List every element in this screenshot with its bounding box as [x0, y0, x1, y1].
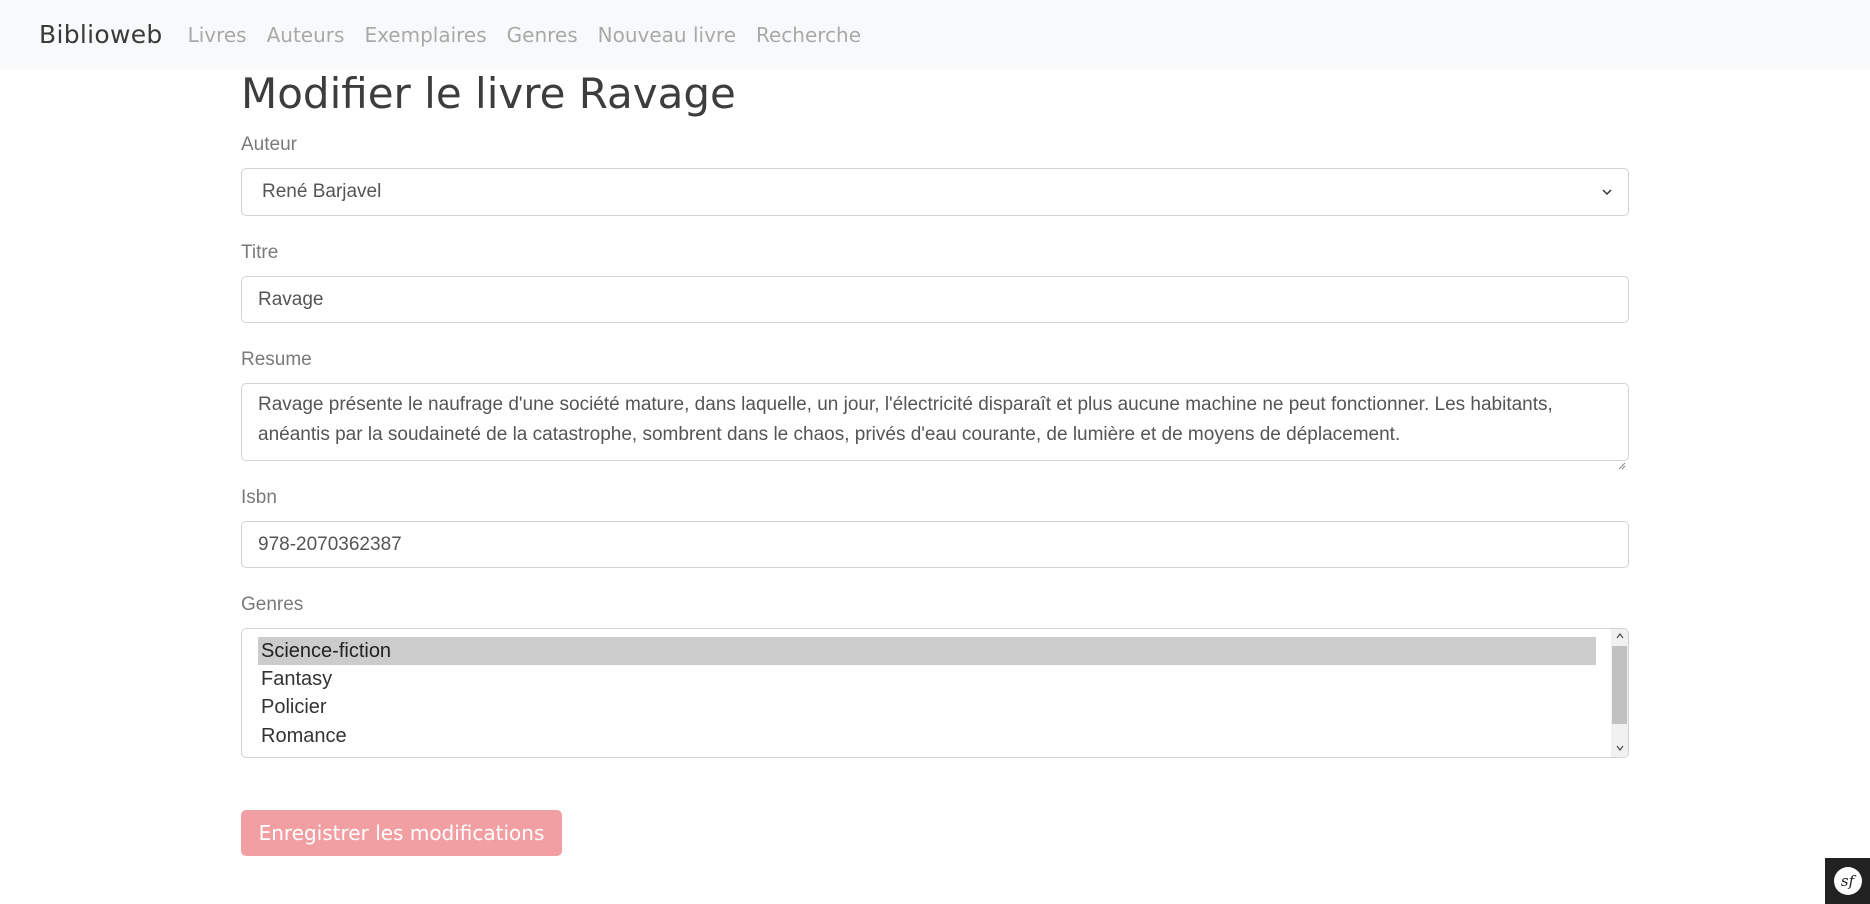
genre-option-fantasy[interactable]: Fantasy: [258, 665, 1596, 693]
resume-value: Ravage présente le naufrage d'une sociét…: [258, 394, 1553, 445]
titre-value: Ravage: [258, 288, 324, 310]
nav-link-genres[interactable]: Genres: [497, 23, 588, 47]
auteur-select[interactable]: René Barjavel: [241, 168, 1629, 216]
resume-label: Resume: [241, 349, 312, 370]
scrollbar-thumb[interactable]: [1612, 646, 1627, 724]
isbn-value: 978-2070362387: [258, 533, 402, 555]
titre-label: Titre: [241, 242, 279, 263]
titre-input[interactable]: Ravage: [241, 276, 1629, 323]
scroll-down-arrow-icon[interactable]: [1611, 741, 1628, 757]
page-title: Modifier le livre Ravage: [241, 69, 736, 118]
nav-link-livres[interactable]: Livres: [178, 23, 257, 47]
genres-scrollbar[interactable]: [1611, 629, 1628, 757]
field-auteur: Auteur René Barjavel: [241, 132, 1629, 216]
scroll-up-arrow-icon[interactable]: [1611, 629, 1628, 645]
field-titre: Titre Ravage: [241, 240, 1629, 323]
nav-link-recherche[interactable]: Recherche: [746, 23, 871, 47]
nav-link-nouveau-livre[interactable]: Nouveau livre: [588, 23, 746, 47]
field-resume: Resume Ravage présente le naufrage d'une…: [241, 347, 1629, 470]
chevron-down-icon: [1602, 185, 1612, 199]
resume-textarea[interactable]: Ravage présente le naufrage d'une sociét…: [241, 383, 1629, 470]
genre-option-science-fiction[interactable]: Science-fiction: [258, 637, 1596, 665]
genre-option-romance[interactable]: Romance: [258, 722, 1596, 750]
symfony-debug-toolbar[interactable]: sf: [1825, 858, 1870, 904]
field-genres: Genres Science-fiction Fantasy Policier …: [241, 592, 1629, 758]
isbn-label: Isbn: [241, 487, 277, 508]
main-container: Modifier le livre Ravage Auteur René Bar…: [241, 69, 1629, 856]
save-changes-button[interactable]: Enregistrer les modifications: [241, 810, 562, 856]
brand-link[interactable]: Biblioweb: [39, 20, 163, 49]
nav-links: Livres Auteurs Exemplaires Genres Nouvea…: [178, 23, 871, 47]
auteur-label: Auteur: [241, 134, 297, 155]
genres-label: Genres: [241, 594, 304, 615]
auteur-selected-value: René Barjavel: [262, 181, 382, 202]
symfony-logo-icon: sf: [1833, 867, 1862, 895]
isbn-input[interactable]: 978-2070362387: [241, 521, 1629, 568]
nav-link-auteurs[interactable]: Auteurs: [257, 23, 355, 47]
genres-multiselect[interactable]: Science-fiction Fantasy Policier Romance: [241, 628, 1629, 758]
field-isbn: Isbn 978-2070362387: [241, 485, 1629, 568]
nav-link-exemplaires[interactable]: Exemplaires: [354, 23, 496, 47]
genre-option-policier[interactable]: Policier: [258, 693, 1596, 721]
resize-grip-icon[interactable]: [1618, 450, 1626, 470]
navbar: Biblioweb Livres Auteurs Exemplaires Gen…: [0, 0, 1870, 69]
